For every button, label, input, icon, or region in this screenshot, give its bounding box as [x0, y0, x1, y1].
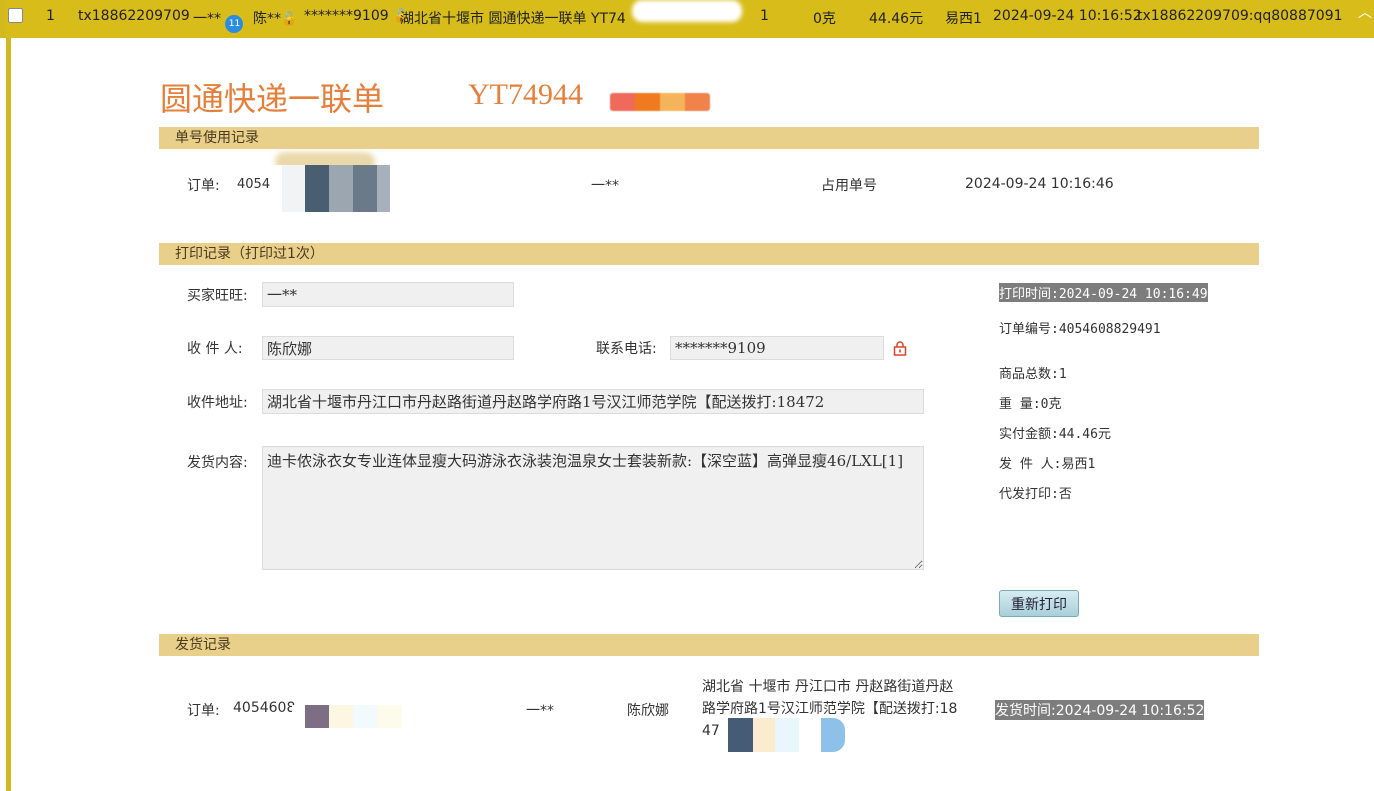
- tracking-number: YT74944: [468, 78, 583, 111]
- ship-buyer: 一**: [526, 703, 554, 719]
- lock-icon[interactable]: [892, 340, 908, 356]
- row-summary: 湖北省十堰市 圆通快递一联单 YT74: [400, 11, 626, 27]
- order-row[interactable]: 1 tx18862209709 一** 11 陈**🔓 *******9109 …: [0, 0, 1374, 38]
- lock-icon: 🔓: [281, 12, 298, 27]
- reprint-button[interactable]: 重新打印: [999, 590, 1079, 617]
- row-sender: 易西1: [945, 11, 982, 27]
- receiver-label: 收 件 人:: [187, 341, 243, 357]
- ship-address-line: 湖北省 十堰市 丹江口市 丹赵路街道丹赵: [702, 679, 954, 695]
- weight: 重 量:0克: [999, 397, 1062, 412]
- paid-amount: 实付金额:44.46元: [999, 427, 1111, 442]
- row-amount: 44.46元: [869, 11, 924, 27]
- row-account: tx18862209709: [78, 8, 190, 24]
- ship-receiver: 陈欣娜: [627, 703, 669, 719]
- address-field[interactable]: [262, 389, 924, 414]
- badge-icon: 11: [225, 15, 244, 33]
- proxy-print: 代发打印:否: [999, 487, 1072, 502]
- row-index: 1: [46, 8, 55, 24]
- row-buyer: 一** 11: [193, 8, 244, 33]
- row-receiver-text: 陈**: [253, 11, 281, 27]
- usage-status: 占用单号: [821, 178, 877, 194]
- content-label: 发货内容:: [187, 455, 248, 471]
- redaction-mark: [632, 0, 742, 22]
- ship-address-line: 路学府路1号汉江师范学院【配送拨打:18: [702, 701, 958, 717]
- row-buyer-text: 一**: [193, 11, 221, 27]
- redaction-mark: [292, 705, 402, 728]
- redaction-mark: [610, 93, 710, 111]
- order-number: 订单编号:4054608829491: [999, 322, 1161, 337]
- row-phone: *******9109 🔓: [304, 8, 409, 24]
- row-receiver: 陈**🔓: [253, 8, 297, 28]
- left-border: [6, 38, 11, 791]
- row-qty: 1: [760, 8, 769, 24]
- phone-label: 联系电话:: [596, 341, 657, 357]
- section-usage-header: 单号使用记录: [159, 127, 1259, 149]
- buyer-label: 买家旺旺:: [187, 288, 248, 304]
- usage-time: 2024-09-24 10:16:46: [965, 176, 1114, 192]
- row-weight: 0克: [813, 11, 836, 27]
- ship-order-label: 订单:: [187, 703, 220, 719]
- sender: 发 件 人:易西1: [999, 457, 1096, 472]
- redaction-mark: [1168, 316, 1184, 340]
- section-print-header: 打印记录（打印过1次）: [159, 243, 1259, 265]
- content-field[interactable]: 迪卡侬泳衣女专业连体显瘦大码游泳衣泳装泡温泉女士套装新款:【深空蓝】高弹显瘦46…: [262, 446, 924, 570]
- phone-field[interactable]: [670, 336, 884, 360]
- row-time: 2024-09-24 10:16:52: [993, 8, 1142, 24]
- print-time: 打印时间:2024-09-24 10:16:49: [999, 283, 1208, 302]
- usage-buyer: 一**: [591, 178, 619, 194]
- ship-time: 发货时间:2024-09-24 10:16:52: [995, 700, 1205, 720]
- row-phone-text: *******9109: [304, 8, 389, 24]
- redaction-mark: [270, 165, 390, 212]
- redaction-mark: [588, 82, 608, 112]
- address-label: 收件地址:: [187, 395, 248, 411]
- usage-order-value: 4054: [237, 177, 271, 192]
- page-title: 圆通快递一联单: [160, 80, 385, 118]
- chevron-up-icon[interactable]: ︿: [1358, 2, 1372, 22]
- row-ref: tx18862209709:qq80887091: [1137, 8, 1343, 24]
- buyer-field[interactable]: [262, 282, 514, 307]
- receiver-field[interactable]: [262, 336, 514, 360]
- redaction-mark: [720, 718, 845, 752]
- ship-order-value: 4054608: [233, 700, 296, 716]
- usage-order-label: 订单:: [187, 178, 220, 194]
- section-shipping-header: 发货记录: [159, 634, 1259, 656]
- total-items: 商品总数:1: [999, 367, 1067, 382]
- checkbox-icon[interactable]: [8, 8, 23, 23]
